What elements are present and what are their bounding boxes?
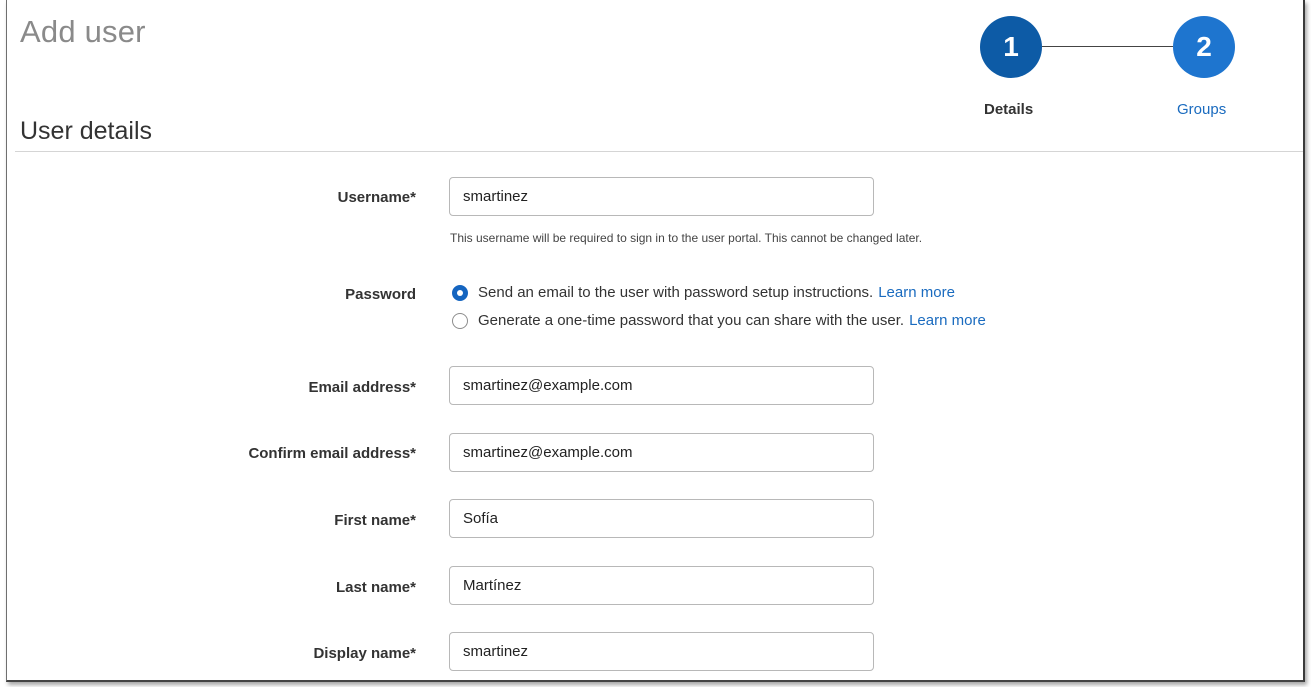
radio-selected-icon[interactable] [452,284,468,301]
step-2-circle[interactable]: 2 [1173,16,1235,78]
add-user-panel: Add user 1 2 Details Groups User details… [6,0,1305,682]
username-label: Username* [337,189,416,206]
learn-more-link[interactable]: Learn more [878,284,955,301]
step-1-circle: 1 [980,16,1042,78]
password-option-onetime-text: Generate a one-time password that you ca… [478,312,905,329]
password-option-email[interactable]: Send an email to the user with password … [452,284,955,301]
learn-more-link[interactable]: Learn more [909,312,986,329]
section-divider [15,151,1303,152]
confirm-email-field[interactable] [449,433,874,472]
step-2-label[interactable]: Groups [1177,101,1226,118]
first-name-field[interactable] [449,499,874,538]
step-connector [1042,46,1173,47]
last-name-field[interactable] [449,566,874,605]
username-input[interactable] [449,177,874,216]
radio-unselected-icon[interactable] [452,312,468,329]
step-1-label: Details [984,101,1034,118]
display-name-label: Display name* [313,645,416,662]
confirm-email-label: Confirm email address* [248,445,416,462]
password-label: Password [345,286,416,303]
page-title: Add user [20,14,146,49]
password-option-onetime[interactable]: Generate a one-time password that you ca… [452,312,986,329]
email-field[interactable] [449,366,874,405]
section-title: User details [20,117,152,145]
email-label: Email address* [308,379,416,396]
password-option-email-text: Send an email to the user with password … [478,284,874,301]
last-name-label: Last name* [335,579,416,596]
display-name-field[interactable] [449,632,874,671]
username-hint: This username will be required to sign i… [450,231,923,245]
first-name-label: First name* [334,512,416,529]
